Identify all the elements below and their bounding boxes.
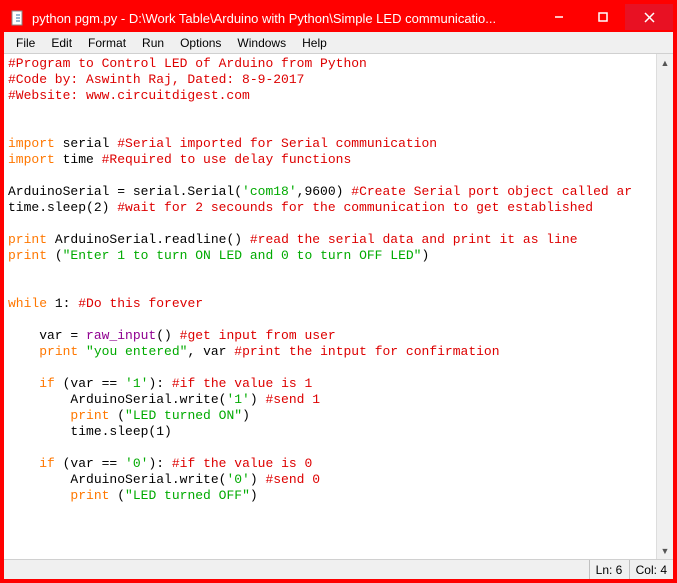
code-text: (var == [55,456,125,471]
menu-help[interactable]: Help [294,34,335,52]
code-builtin: raw_input [86,328,156,343]
code-text: ( [47,248,63,263]
editor-area: #Program to Control LED of Arduino from … [4,54,673,559]
code-text: () [156,328,179,343]
menu-windows[interactable]: Windows [229,34,294,52]
code-text [78,344,86,359]
code-comment: #Do this forever [78,296,203,311]
code-text: ) [421,248,429,263]
code-comment: #get input from user [180,328,336,343]
vertical-scrollbar[interactable]: ▲ ▼ [656,54,673,559]
code-string: "Enter 1 to turn ON LED and 0 to turn OF… [63,248,422,263]
code-text: time.sleep(2) [8,200,117,215]
code-text: ( [109,408,125,423]
code-keyword: import [8,152,55,167]
code-text: , var [187,344,234,359]
code-text [8,376,39,391]
minimize-button[interactable] [537,4,581,30]
code-text [8,456,39,471]
code-comment: #Code by: Aswinth Raj, Dated: 8-9-2017 [8,72,304,87]
code-string: 'com18' [242,184,297,199]
code-string: '1' [226,392,249,407]
code-text: ( [109,488,125,503]
code-text: time.sleep(1) [8,424,172,439]
status-line: Ln: 6 [589,560,629,579]
menu-edit[interactable]: Edit [43,34,80,52]
code-keyword: print [8,232,47,247]
code-string: "LED turned OFF" [125,488,250,503]
code-keyword: if [39,456,55,471]
code-keyword: import [8,136,55,151]
title-bar: python pgm.py - D:\Work Table\Arduino wi… [4,4,673,32]
code-comment: #print the intput for confirmation [234,344,499,359]
code-text: var = [8,328,86,343]
menu-bar: File Edit Format Run Options Windows Hel… [4,32,673,54]
code-keyword: print [70,488,109,503]
code-text: ArduinoSerial = serial.Serial( [8,184,242,199]
code-keyword: print [39,344,78,359]
code-text: ): [148,376,171,391]
menu-options[interactable]: Options [172,34,229,52]
code-comment: #send 0 [265,472,320,487]
code-text [8,408,70,423]
scroll-down-icon[interactable]: ▼ [657,542,673,559]
code-comment: #Required to use delay functions [102,152,352,167]
code-comment: #wait for 2 secounds for the communicati… [117,200,593,215]
code-keyword: if [39,376,55,391]
code-comment: #Create Serial port object called ar [351,184,632,199]
code-text: ArduinoSerial.readline() [47,232,250,247]
code-comment: #Serial imported for Serial communicatio… [117,136,437,151]
code-string: '0' [226,472,249,487]
code-text [8,488,70,503]
window-controls [537,4,673,32]
code-text: ) [250,488,258,503]
python-file-icon [10,10,26,26]
status-col: Col: 4 [629,560,673,579]
code-text [8,344,39,359]
code-comment: #send 1 [265,392,320,407]
code-editor[interactable]: #Program to Control LED of Arduino from … [4,54,656,559]
maximize-button[interactable] [581,4,625,30]
code-text: time [55,152,102,167]
code-text: (var == [55,376,125,391]
code-text: ) [242,408,250,423]
code-keyword: while [8,296,47,311]
scroll-up-icon[interactable]: ▲ [657,54,673,71]
close-button[interactable] [625,4,673,30]
code-comment: #if the value is 1 [172,376,312,391]
code-text: ): [148,456,171,471]
code-keyword: print [8,248,47,263]
menu-run[interactable]: Run [134,34,172,52]
code-text: ,9600) [297,184,352,199]
code-string: "you entered" [86,344,187,359]
code-text: ArduinoSerial.write( [8,392,226,407]
code-comment: #Website: www.circuitdigest.com [8,88,250,103]
code-string: "LED turned ON" [125,408,242,423]
code-comment: #if the value is 0 [172,456,312,471]
code-text: serial [55,136,117,151]
window-title: python pgm.py - D:\Work Table\Arduino wi… [32,11,537,26]
code-text: ) [250,472,266,487]
menu-file[interactable]: File [8,34,43,52]
code-comment: #Program to Control LED of Arduino from … [8,56,367,71]
code-comment: #read the serial data and print it as li… [250,232,578,247]
code-string: '1' [125,376,148,391]
code-string: '0' [125,456,148,471]
status-bar: Ln: 6 Col: 4 [4,559,673,579]
menu-format[interactable]: Format [80,34,134,52]
scroll-track[interactable] [657,71,673,542]
code-text: ArduinoSerial.write( [8,472,226,487]
code-text: ) [250,392,266,407]
code-text: 1: [47,296,78,311]
code-keyword: print [70,408,109,423]
